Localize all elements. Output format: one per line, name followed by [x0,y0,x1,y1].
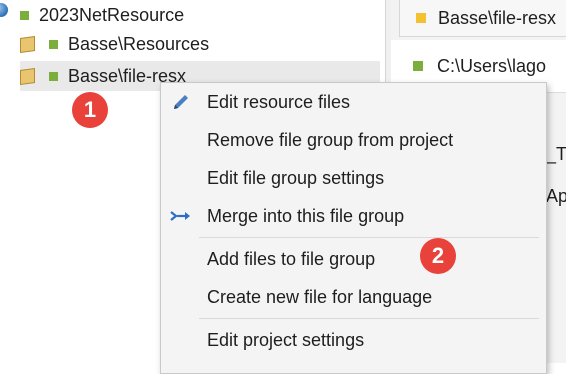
menu-item-edit-project-settings[interactable]: Edit project settings [161,321,546,359]
step-1-badge: 1 [72,92,108,128]
tab-label: Basse\file-resx [438,7,557,28]
package-icon [20,67,35,85]
menu-item-label: Edit file group settings [207,167,385,188]
merge-arrow-icon [169,204,193,228]
menu-item-label: Merge into this file group [207,205,405,226]
menu-item-label: Add files to file group [207,248,376,269]
grid-cell-fragment: _T [546,144,566,164]
menu-item-label: Remove file group from project [207,129,454,150]
tree-item-label: Basse\Resources [68,33,210,54]
menu-separator [199,318,539,319]
group-square-icon [49,39,58,49]
menu-item-label: Create new file for language [207,286,433,307]
globe-icon [0,3,8,17]
menu-item-label: Edit resource files [207,91,351,112]
tree-root-label: 2023NetResource [39,4,185,25]
tree-item-resources[interactable]: Basse\Resources [20,29,209,59]
grid-cell-fragment: Ap [546,186,566,206]
menu-item-edit-resource-files[interactable]: Edit resource files [161,83,546,121]
menu-item-merge-into-file-group[interactable]: Merge into this file group [161,197,546,235]
project-square-icon [20,10,29,20]
pencil-icon [169,90,193,114]
menu-item-edit-file-group-settings[interactable]: Edit file group settings [161,159,546,197]
package-icon [20,35,35,53]
menu-item-label: Edit project settings [207,329,365,350]
file-path-label: C:\Users\lago [437,55,547,76]
menu-item-create-new-file-for-language[interactable]: Create new file for language [161,278,546,316]
menu-item-add-files[interactable]: Add files to file group [161,240,546,278]
menu-item-remove-file-group[interactable]: Remove file group from project [161,121,546,159]
group-square-icon [49,71,58,81]
file-square-icon [413,61,423,71]
step-2-badge: 2 [420,238,456,274]
context-menu: Edit resource files Remove file group fr… [160,82,547,374]
tab-file-group[interactable]: Basse\file-resx [399,0,566,37]
menu-separator [199,237,539,238]
file-group-square-icon [416,13,426,23]
tree-root[interactable]: 2023NetResource [0,0,184,30]
